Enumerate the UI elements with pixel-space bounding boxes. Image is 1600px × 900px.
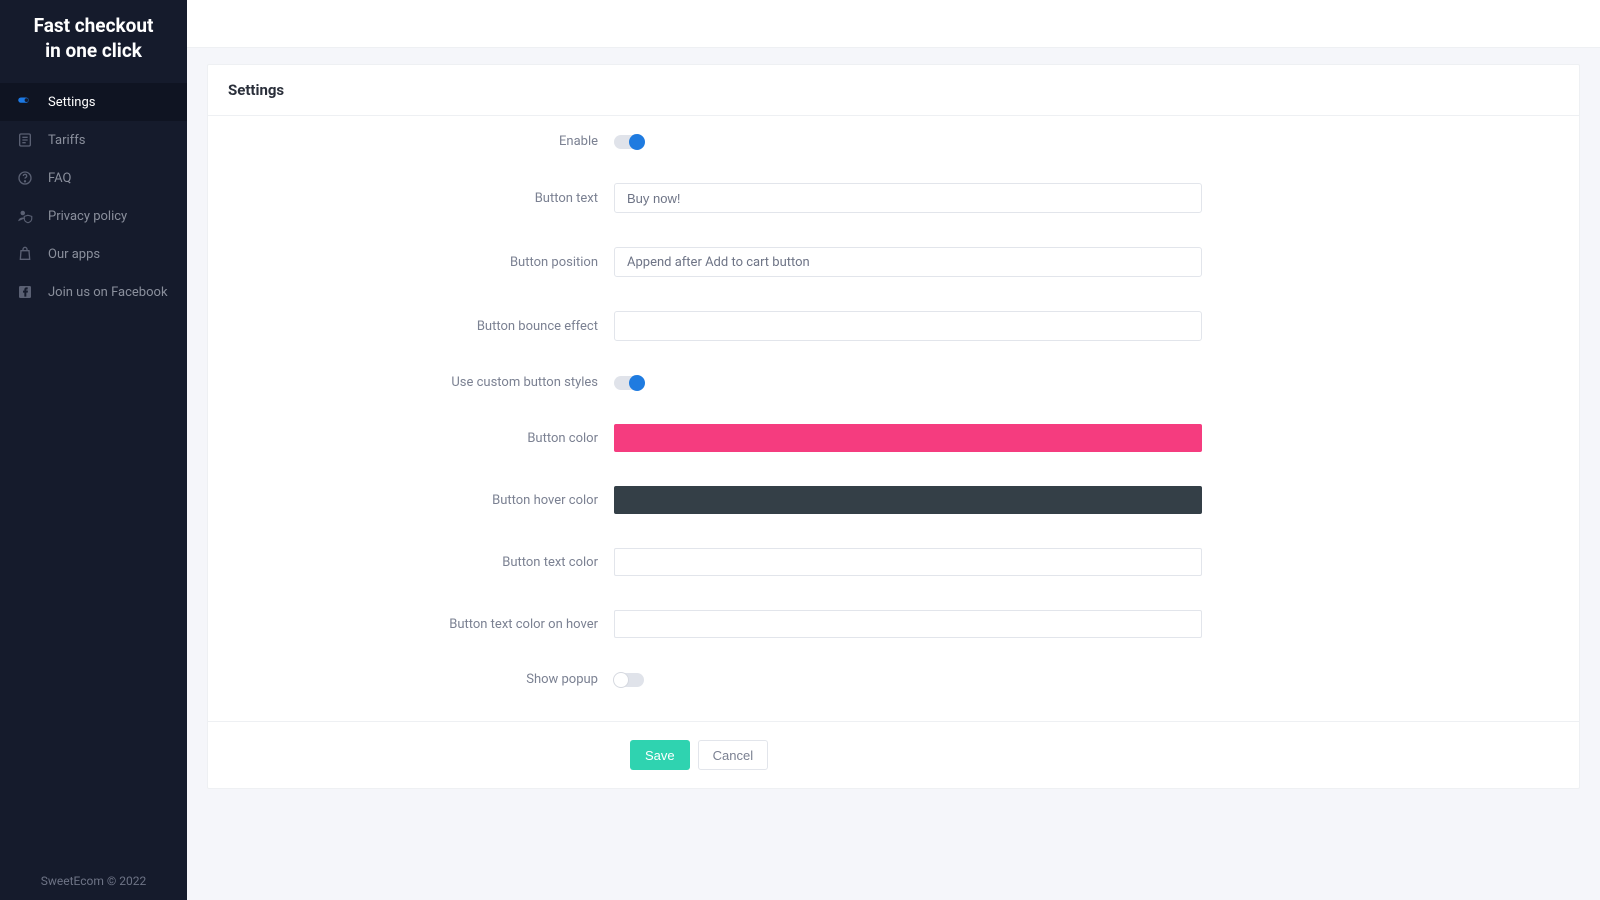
color-button-text-hover[interactable]	[614, 610, 1202, 638]
sidebar-item-label: Our apps	[48, 247, 100, 262]
content: Settings Enable Button text Button posit…	[187, 48, 1600, 805]
toggle-show-popup[interactable]	[614, 673, 644, 687]
input-button-text[interactable]	[614, 183, 1202, 213]
label-bounce-effect: Button bounce effect	[228, 319, 614, 334]
label-button-color: Button color	[228, 431, 614, 446]
label-button-hover-color: Button hover color	[228, 493, 614, 508]
sidebar-nav: Settings Tariffs FAQ Privacy policy Our	[0, 83, 187, 864]
sidebar-item-label: FAQ	[48, 171, 71, 186]
facebook-icon	[16, 283, 34, 301]
row-bounce-effect: Button bounce effect	[228, 311, 1559, 341]
sidebar-item-tariffs[interactable]: Tariffs	[0, 121, 187, 159]
sidebar-item-settings[interactable]: Settings	[0, 83, 187, 121]
row-button-hover-color: Button hover color	[228, 486, 1559, 514]
settings-panel: Settings Enable Button text Button posit…	[207, 64, 1580, 789]
label-button-position: Button position	[228, 255, 614, 270]
color-button-text[interactable]	[614, 548, 1202, 576]
row-button-text-color: Button text color	[228, 548, 1559, 576]
bag-icon	[16, 245, 34, 263]
panel-body: Enable Button text Button position	[208, 116, 1579, 687]
row-enable: Enable	[228, 134, 1559, 149]
app-title-line2: in one click	[10, 39, 177, 64]
label-show-popup: Show popup	[228, 672, 614, 687]
topbar	[187, 0, 1600, 48]
sidebar: Fast checkout in one click Settings Tari…	[0, 0, 187, 900]
save-button[interactable]: Save	[630, 740, 690, 770]
sidebar-item-label: Privacy policy	[48, 209, 127, 224]
select-button-position[interactable]: Append after Add to cart button	[614, 247, 1202, 277]
sidebar-item-faq[interactable]: FAQ	[0, 159, 187, 197]
toggle-custom-styles[interactable]	[614, 376, 644, 390]
row-button-text-hover-color: Button text color on hover	[228, 610, 1559, 638]
sidebar-item-label: Join us on Facebook	[48, 285, 168, 300]
sidebar-footer: SweetEcom © 2022	[0, 864, 187, 900]
label-enable: Enable	[228, 134, 614, 149]
row-button-position: Button position Append after Add to cart…	[228, 247, 1559, 277]
label-button-text-color: Button text color	[228, 555, 614, 570]
select-value: Append after Add to cart button	[627, 255, 810, 270]
select-bounce-effect[interactable]	[614, 311, 1202, 341]
row-button-color: Button color	[228, 424, 1559, 452]
sidebar-item-label: Settings	[48, 95, 95, 110]
sidebar-item-label: Tariffs	[48, 133, 85, 148]
app-title-line1: Fast checkout	[10, 14, 177, 39]
help-icon	[16, 169, 34, 187]
color-button[interactable]	[614, 424, 1202, 452]
row-custom-styles: Use custom button styles	[228, 375, 1559, 390]
main: Settings Enable Button text Button posit…	[187, 0, 1600, 900]
sidebar-item-facebook[interactable]: Join us on Facebook	[0, 273, 187, 311]
toggle-enable[interactable]	[614, 135, 644, 149]
color-button-hover[interactable]	[614, 486, 1202, 514]
checklist-icon	[16, 131, 34, 149]
cancel-button[interactable]: Cancel	[698, 740, 768, 770]
sidebar-item-our-apps[interactable]: Our apps	[0, 235, 187, 273]
row-show-popup: Show popup	[228, 672, 1559, 687]
panel-footer: Save Cancel	[208, 721, 1579, 788]
row-button-text: Button text	[228, 183, 1559, 213]
label-custom-styles: Use custom button styles	[228, 375, 614, 390]
label-button-text: Button text	[228, 191, 614, 206]
app-title: Fast checkout in one click	[0, 0, 187, 83]
sidebar-item-privacy[interactable]: Privacy policy	[0, 197, 187, 235]
label-button-text-hover-color: Button text color on hover	[228, 617, 614, 632]
user-shield-icon	[16, 207, 34, 225]
toggle-icon	[16, 93, 34, 111]
page-title: Settings	[208, 65, 1579, 116]
